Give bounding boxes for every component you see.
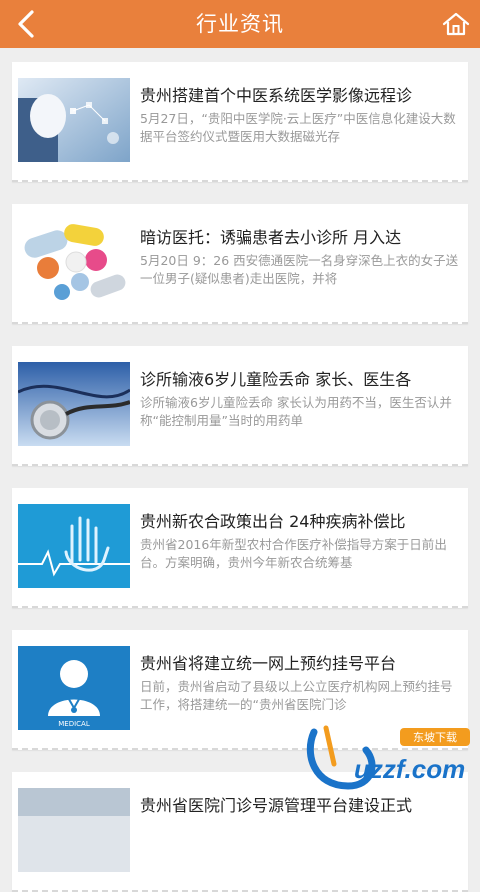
heartbeat-hand-image	[18, 504, 130, 588]
news-thumbnail	[18, 78, 130, 162]
news-item[interactable]: 贵州新农合政策出台 24种疾病补偿比 贵州省2016年新型农村合作医疗补偿指导方…	[12, 488, 468, 608]
top-bar: 行业资讯	[0, 0, 480, 48]
news-summary: 日前，贵州省启动了县级以上公立医疗机构网上预约挂号工作，将搭建统一的“贵州省医院…	[140, 679, 453, 712]
doctor-medical-image: MEDICAL	[18, 646, 130, 730]
news-thumbnail	[18, 220, 130, 304]
news-item[interactable]: 诊所输液6岁儿童险丢命 家长、医生各 诊所输液6岁儿童险丢命 家长认为用药不当，…	[12, 346, 468, 466]
news-title: 暗访医托：诱骗患者去小诊所 月入达	[140, 228, 402, 247]
thumb-caption: MEDICAL	[58, 720, 90, 728]
news-summary: 贵州省2016年新型农村合作医疗补偿指导方案于日前出台。方案明确，贵州今年新农合…	[140, 537, 447, 570]
news-thumbnail	[18, 362, 130, 446]
watermark-logo: 东坡下载 uzzf.com	[304, 724, 474, 794]
news-thumbnail: MEDICAL	[18, 646, 130, 730]
news-thumbnail	[18, 788, 130, 872]
pills-image	[18, 220, 130, 304]
home-icon	[442, 12, 470, 36]
stethoscope-image	[18, 362, 130, 446]
page-title: 行业资讯	[196, 12, 284, 36]
news-summary: 5月27日，“贵阳中医学院·云上医疗”中医信息化建设大数据平台签约仪式暨医用大数…	[140, 111, 456, 144]
news-item[interactable]: 贵州搭建首个中医系统医学影像远程诊 5月27日，“贵阳中医学院·云上医疗”中医信…	[12, 62, 468, 182]
news-thumbnail	[18, 504, 130, 588]
home-button[interactable]	[440, 8, 472, 40]
medical-tech-image	[18, 78, 130, 162]
watermark-brand: uzzf.com	[354, 754, 465, 784]
news-title: 贵州省医院门诊号源管理平台建设正式	[140, 796, 413, 815]
news-title: 贵州新农合政策出台 24种疾病补偿比	[140, 512, 406, 531]
medical-image	[18, 788, 130, 872]
news-item[interactable]: 暗访医托：诱骗患者去小诊所 月入达 5月20日 9：26 西安德通医院一名身穿深…	[12, 204, 468, 324]
news-summary	[140, 820, 460, 862]
news-title: 贵州省将建立统一网上预约挂号平台	[140, 654, 397, 673]
news-summary: 诊所输液6岁儿童险丢命 家长认为用药不当，医生否认并称“能控制用量”当时的用药单	[140, 395, 452, 428]
news-summary: 5月20日 9：26 西安德通医院一名身穿深色上衣的女子送一位男子(疑似患者)走…	[140, 253, 459, 286]
news-title: 贵州搭建首个中医系统医学影像远程诊	[140, 86, 413, 105]
news-title: 诊所输液6岁儿童险丢命 家长、医生各	[140, 370, 412, 389]
watermark-subtitle: 东坡下载	[413, 731, 457, 744]
